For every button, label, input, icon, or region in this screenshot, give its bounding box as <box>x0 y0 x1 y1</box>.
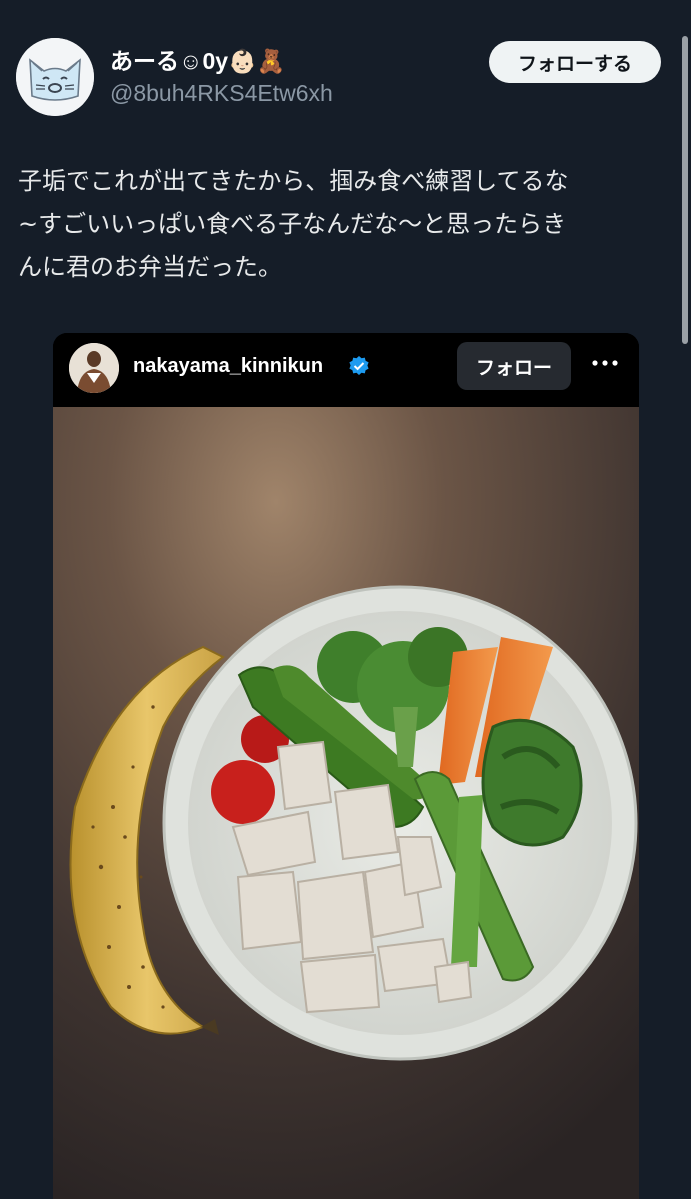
ig-avatar[interactable] <box>69 343 119 393</box>
avatar[interactable] <box>16 38 94 116</box>
scrollbar[interactable] <box>682 36 688 344</box>
follow-button[interactable]: フォローする <box>489 41 661 83</box>
cat-face-icon <box>16 38 94 116</box>
handle[interactable]: @8buh4RKS4Etw6xh <box>110 78 333 108</box>
embed-header: nakayama_kinnikun フォロー <box>53 333 639 407</box>
embedded-instagram-post[interactable]: nakayama_kinnikun フォロー <box>53 333 639 1199</box>
food-photo[interactable] <box>53 407 639 1199</box>
tweet-header: あーる☺0y👶🏻🧸 @8buh4RKS4Etw6xh フォローする <box>16 38 666 120</box>
tweet-text: 子垢でこれが出てきたから、掴み食べ練習してるな ~すごいいっぱい食べる子なんだな… <box>18 160 678 289</box>
tweet-text-line: ~すごいいっぱい食べる子なんだな〜と思ったらき <box>18 210 567 238</box>
verified-badge-icon <box>349 356 369 375</box>
ig-follow-button[interactable]: フォロー <box>457 342 571 390</box>
tweet-text-line: んに君のお弁当だった。 <box>18 253 282 281</box>
ig-username[interactable]: nakayama_kinnikun <box>133 355 323 378</box>
person-photo-icon <box>69 343 119 393</box>
tweet-text-line: 子垢でこれが出てきたから、掴み食べ練習してるな <box>18 167 569 195</box>
display-name[interactable]: あーる☺0y👶🏻🧸 <box>110 46 333 76</box>
author-names: あーる☺0y👶🏻🧸 @8buh4RKS4Etw6xh <box>110 46 333 108</box>
more-options-icon[interactable] <box>591 357 619 369</box>
